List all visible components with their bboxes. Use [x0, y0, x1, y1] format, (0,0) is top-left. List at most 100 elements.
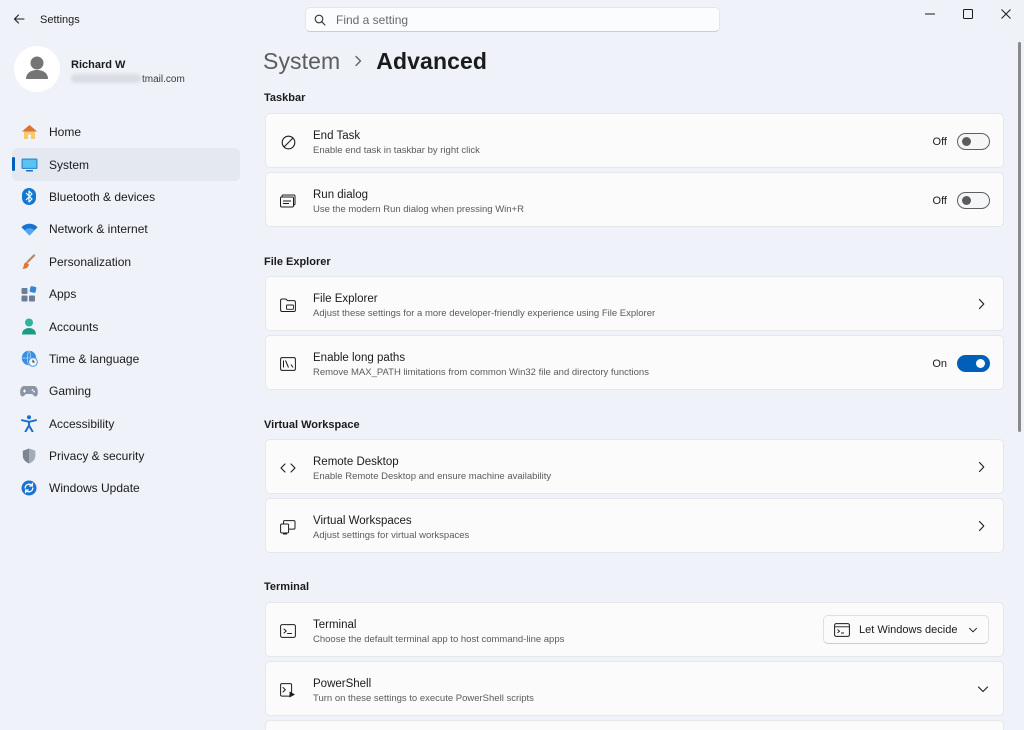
scrollbar[interactable] [1018, 42, 1021, 432]
end-task-toggle[interactable] [957, 133, 990, 150]
setting-description: Adjust these settings for a more develop… [313, 308, 656, 319]
setting-description: Enable Remote Desktop and ensure machine… [313, 471, 552, 482]
setting-title: PowerShell [313, 678, 372, 690]
minimize-icon [925, 13, 935, 15]
run-dialog-toggle[interactable] [957, 192, 990, 209]
user-profile[interactable]: Richard W tmail.com [14, 46, 234, 98]
sidebar-item-label: Bluetooth & devices [49, 189, 156, 204]
breadcrumb-parent-link[interactable]: System [263, 48, 340, 75]
avatar [14, 46, 60, 92]
maximize-icon [963, 9, 973, 19]
sidebar-item-accessibility[interactable]: Accessibility [12, 408, 240, 440]
sidebar-item-label: Windows Update [49, 481, 140, 496]
section-title-terminal: Terminal [264, 581, 310, 593]
section-title-file-explorer: File Explorer [264, 256, 331, 268]
sidebar-item-personalization[interactable]: Personalization [12, 246, 240, 278]
brush-icon [20, 253, 38, 271]
setting-description: Turn on these settings to execute PowerS… [313, 693, 534, 704]
user-name: Richard W [71, 59, 126, 71]
setting-card-file-explorer[interactable]: File Explorer Adjust these settings for … [265, 276, 1004, 331]
setting-title: Terminal [313, 619, 357, 631]
terminal-app-dropdown[interactable]: Let Windows decide [823, 615, 989, 644]
long-paths-icon [279, 355, 297, 373]
shield-icon [20, 447, 38, 465]
redacted-email-blur [71, 74, 141, 83]
setting-card-end-task: End Task Enable end task in taskbar by r… [265, 113, 1004, 168]
wifi-icon [20, 220, 38, 238]
sidebar-item-system[interactable]: System [12, 148, 240, 181]
sidebar-item-network[interactable]: Network & internet [12, 213, 240, 245]
chevron-right-icon [354, 55, 362, 67]
setting-card-next-partial [265, 720, 1004, 730]
sidebar-item-label: Home [49, 125, 82, 140]
setting-description: Choose the default terminal app to host … [313, 634, 565, 645]
setting-title: Remote Desktop [313, 456, 399, 468]
search-input[interactable]: Find a setting [336, 13, 408, 27]
setting-card-run-dialog: Run dialog Use the modern Run dialog whe… [265, 172, 1004, 227]
long-paths-toggle[interactable] [957, 355, 990, 372]
powershell-icon [279, 681, 297, 699]
setting-card-virtual-workspaces[interactable]: Virtual Workspaces Adjust settings for v… [265, 498, 1004, 553]
accounts-icon [20, 318, 38, 336]
sidebar-item-label: Accessibility [49, 416, 115, 431]
chevron-right-icon [975, 297, 987, 311]
long-paths-toggle-group: On [932, 355, 990, 372]
toggle-state-label: On [932, 357, 947, 370]
section-title-taskbar: Taskbar [264, 92, 306, 104]
run-dialog-icon [279, 192, 297, 210]
end-task-icon [279, 133, 297, 151]
system-icon [20, 156, 38, 174]
update-icon [20, 479, 38, 497]
chevron-down-icon[interactable] [976, 682, 990, 696]
gamepad-icon [20, 382, 38, 400]
setting-card-remote-desktop[interactable]: Remote Desktop Enable Remote Desktop and… [265, 439, 1004, 494]
setting-title: Run dialog [313, 189, 368, 201]
terminal-window-icon [834, 622, 850, 637]
folder-icon [279, 296, 297, 314]
dropdown-selected-value: Let Windows decide [859, 623, 958, 636]
section-title-virtual-workspace: Virtual Workspace [264, 419, 360, 431]
sidebar-item-label: Privacy & security [49, 449, 145, 464]
sidebar-item-gaming[interactable]: Gaming [12, 375, 240, 407]
toggle-knob [976, 359, 985, 368]
app-title: Settings [40, 14, 80, 26]
sidebar-item-accounts[interactable]: Accounts [12, 310, 240, 342]
end-task-toggle-group: Off [933, 133, 990, 150]
setting-title: Virtual Workspaces [313, 515, 412, 527]
bluetooth-icon [20, 188, 38, 206]
sidebar-item-windows-update[interactable]: Windows Update [12, 472, 240, 504]
sidebar-item-label: System [49, 157, 90, 172]
chevron-right-icon [975, 460, 987, 474]
sidebar-item-apps[interactable]: Apps [12, 278, 240, 310]
remote-desktop-icon [279, 459, 297, 477]
sidebar-item-bluetooth[interactable]: Bluetooth & devices [12, 181, 240, 213]
sidebar-item-privacy-security[interactable]: Privacy & security [12, 440, 240, 472]
apps-icon [20, 285, 38, 303]
setting-card-powershell[interactable]: PowerShell Turn on these settings to exe… [265, 661, 1004, 716]
chevron-down-icon [968, 624, 978, 638]
home-icon [20, 123, 38, 141]
sidebar-item-label: Time & language [49, 351, 140, 366]
setting-description: Adjust settings for virtual workspaces [313, 530, 470, 541]
close-button[interactable] [983, 0, 1024, 28]
search-box[interactable]: Find a setting [305, 7, 720, 32]
sidebar-item-home[interactable]: Home [12, 116, 240, 148]
sidebar-item-label: Personalization [49, 254, 132, 269]
run-dialog-toggle-group: Off [933, 192, 990, 209]
setting-description: Remove MAX_PATH limitations from common … [313, 367, 649, 378]
terminal-icon [279, 622, 297, 640]
sidebar-item-time-language[interactable]: Time & language [12, 343, 240, 375]
sidebar-item-label: Accounts [49, 319, 99, 334]
title-bar: Settings Find a setting [0, 0, 1024, 40]
back-arrow-icon [13, 14, 25, 24]
setting-card-long-paths: Enable long paths Remove MAX_PATH limita… [265, 335, 1004, 390]
virtual-workspaces-icon [279, 518, 297, 536]
back-button[interactable] [8, 8, 30, 30]
sidebar-item-label: Apps [49, 287, 77, 302]
close-icon [1001, 9, 1011, 19]
setting-title: Enable long paths [313, 352, 406, 364]
accessibility-icon [20, 415, 38, 433]
globe-clock-icon [20, 350, 38, 368]
sidebar-item-label: Gaming [49, 384, 92, 399]
user-avatar-icon [26, 56, 48, 79]
